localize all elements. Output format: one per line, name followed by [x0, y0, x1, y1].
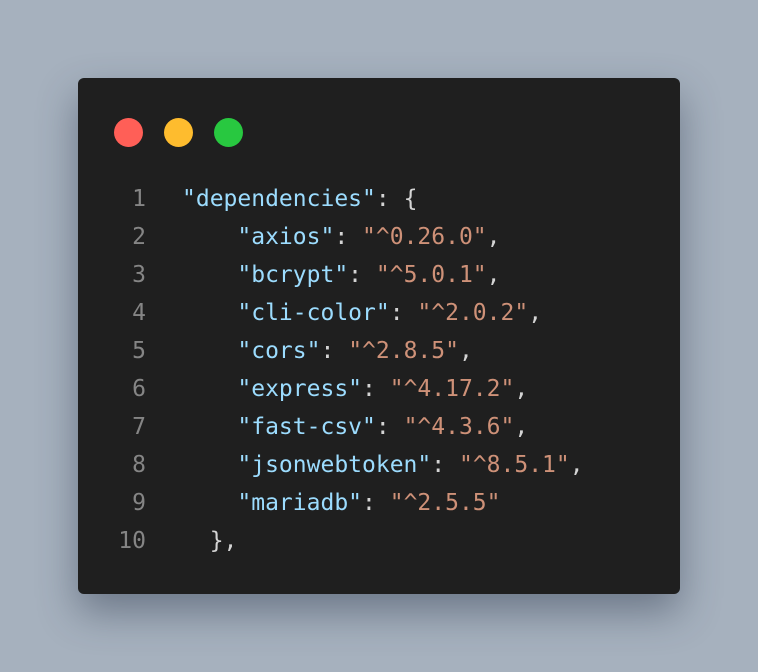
separator: :	[362, 376, 390, 402]
trailing-punctuation: ,	[486, 262, 501, 288]
trailing-punctuation: ,	[528, 300, 543, 326]
line-text: "dependencies": {	[146, 180, 417, 218]
code-line: 9 "mariadb": "^2.5.5"	[78, 484, 680, 522]
json-value: "^2.8.5"	[348, 338, 459, 364]
line-number: 5	[132, 338, 146, 364]
separator: :	[320, 338, 349, 364]
close-dot[interactable]	[114, 118, 143, 147]
trailing-punctuation: ,	[514, 376, 529, 402]
minimize-dot[interactable]	[164, 118, 193, 147]
maximize-dot[interactable]	[214, 118, 243, 147]
line-number: 8	[132, 452, 146, 478]
line-number: 2	[132, 224, 146, 250]
json-key: "axios"	[237, 224, 335, 250]
json-key: "bcrypt"	[237, 262, 349, 288]
line-text: "bcrypt": "^5.0.1",	[146, 256, 501, 294]
line-number: 3	[132, 262, 146, 288]
json-value: "^5.0.1"	[375, 262, 487, 288]
trailing-punctuation: {	[403, 186, 418, 212]
line-text: "mariadb": "^2.5.5"	[146, 484, 501, 522]
json-key: "jsonwebtoken"	[237, 452, 432, 478]
json-key: "express"	[237, 376, 363, 402]
line-number: 6	[132, 376, 146, 402]
json-value: "^2.0.2"	[417, 300, 529, 326]
line-text: "axios": "^0.26.0",	[146, 218, 501, 256]
separator: :	[362, 490, 390, 516]
trailing-punctuation: ,	[458, 338, 473, 364]
code-line: 7 "fast-csv": "^4.3.6",	[78, 408, 680, 446]
window-controls	[114, 118, 243, 147]
line-text: "cors": "^2.8.5",	[146, 332, 473, 370]
line-text: },	[146, 522, 238, 560]
line-text: "express": "^4.17.2",	[146, 370, 528, 408]
separator: :	[334, 224, 363, 250]
trailing-punctuation: ,	[486, 224, 501, 250]
line-number: 1	[132, 186, 146, 212]
code-line: 6 "express": "^4.17.2",	[78, 370, 680, 408]
json-value: "^0.26.0"	[362, 224, 487, 250]
code-block: 1 "dependencies": { 2 "axios": "^0.26.0"…	[78, 180, 680, 560]
code-line: 1 "dependencies": {	[78, 180, 680, 218]
json-key: "cli-color"	[237, 300, 390, 326]
code-line: 8 "jsonwebtoken": "^8.5.1",	[78, 446, 680, 484]
code-line: 2 "axios": "^0.26.0",	[78, 218, 680, 256]
trailing-punctuation: ,	[569, 452, 584, 478]
json-value: "^4.3.6"	[403, 414, 515, 440]
json-key: "mariadb"	[237, 490, 363, 516]
json-key: "cors"	[237, 338, 321, 364]
line-text: "cli-color": "^2.0.2",	[146, 294, 542, 332]
separator: :	[348, 262, 376, 288]
separator: :	[375, 414, 404, 440]
line-number: 10	[118, 528, 146, 554]
code-line: 10 },	[78, 522, 680, 560]
code-window: 1 "dependencies": { 2 "axios": "^0.26.0"…	[78, 78, 680, 594]
trailing-punctuation: },	[209, 528, 238, 554]
separator: :	[389, 300, 418, 326]
json-value: "^8.5.1"	[458, 452, 570, 478]
json-key: "dependencies"	[182, 186, 376, 212]
separator: :	[431, 452, 459, 478]
code-line: 4 "cli-color": "^2.0.2",	[78, 294, 680, 332]
code-line: 3 "bcrypt": "^5.0.1",	[78, 256, 680, 294]
json-value: "^2.5.5"	[389, 490, 501, 516]
code-line: 5 "cors": "^2.8.5",	[78, 332, 680, 370]
line-number: 7	[132, 414, 146, 440]
line-text: "jsonwebtoken": "^8.5.1",	[146, 446, 584, 484]
line-number: 9	[132, 490, 146, 516]
line-number: 4	[132, 300, 146, 326]
json-key: "fast-csv"	[237, 414, 376, 440]
line-text: "fast-csv": "^4.3.6",	[146, 408, 528, 446]
separator: :	[375, 186, 404, 212]
trailing-punctuation: ,	[514, 414, 529, 440]
json-value: "^4.17.2"	[389, 376, 515, 402]
